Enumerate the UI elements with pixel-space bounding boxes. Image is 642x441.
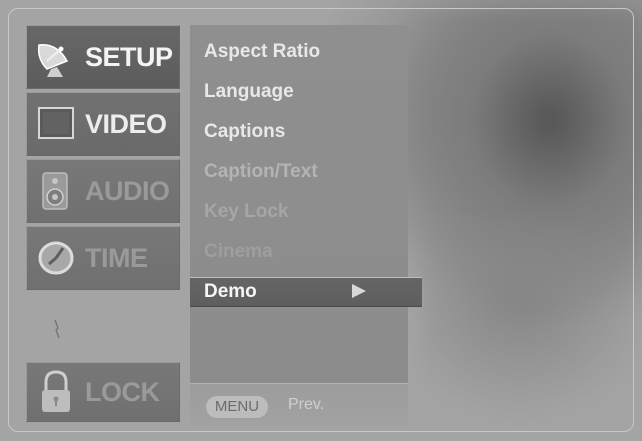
satellite-dish-icon <box>27 31 85 83</box>
menu-item-aspect-ratio[interactable]: Aspect Ratio <box>204 41 320 63</box>
menu-footer: MENU Prev. <box>190 383 408 425</box>
menu-item-cinema[interactable]: Cinema <box>204 241 273 263</box>
category-label-audio: AUDIO <box>85 175 170 206</box>
padlock-icon <box>27 366 85 418</box>
menu-item-captions[interactable]: Captions <box>204 121 285 143</box>
menu-item-key-lock[interactable]: Key Lock <box>204 201 288 223</box>
menu-item-language[interactable]: Language <box>204 81 294 103</box>
clock-icon <box>27 232 85 284</box>
submenu-arrow-icon <box>352 284 366 298</box>
prev-label: Prev. <box>288 396 325 413</box>
menu-item-demo: Demo <box>204 281 257 302</box>
category-setup[interactable]: SETUP <box>26 25 180 89</box>
category-video[interactable]: VIDEO <box>26 92 180 156</box>
category-audio[interactable]: AUDIO <box>26 159 180 223</box>
category-lock[interactable]: LOCK <box>26 362 180 422</box>
setup-menu-panel: Aspect Ratio Language Captions Caption/T… <box>190 25 422 425</box>
category-label-time: TIME <box>85 242 148 273</box>
category-label-lock: LOCK <box>85 376 160 407</box>
category-label-setup: SETUP <box>85 41 173 72</box>
menu-button[interactable]: MENU <box>206 396 268 418</box>
menu-item-caption-text[interactable]: Caption/Text <box>204 161 318 183</box>
separator-mark <box>54 318 60 340</box>
category-time[interactable]: TIME <box>26 226 180 290</box>
category-label-video: VIDEO <box>85 108 167 139</box>
screen-icon <box>27 98 85 150</box>
menu-item-demo-selected[interactable]: Demo <box>190 277 422 307</box>
speaker-icon <box>27 165 85 217</box>
